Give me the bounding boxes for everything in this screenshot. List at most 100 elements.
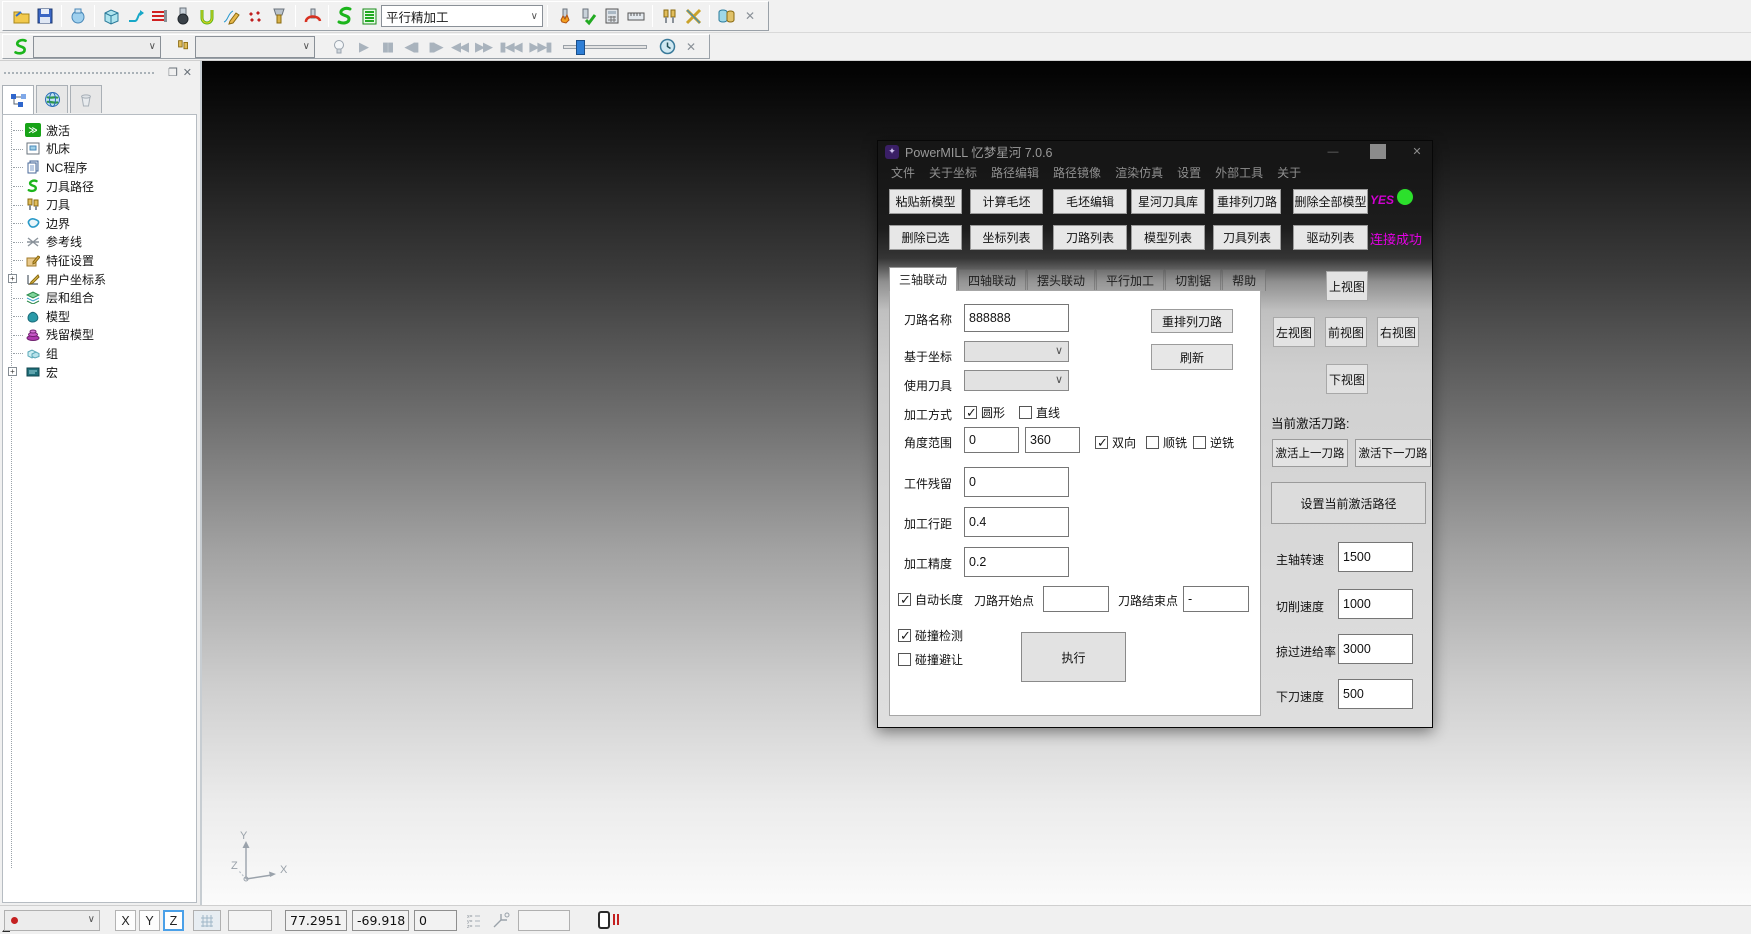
tool-library-button[interactable]: 星河刀具库 [1131, 189, 1205, 214]
axis-x-button[interactable]: X [115, 910, 136, 931]
fast-forward-icon[interactable]: ▶▶ [471, 35, 495, 59]
tolerance-input[interactable] [964, 547, 1069, 577]
angle-to-input[interactable] [1025, 427, 1080, 453]
tree-item-machine[interactable]: 机床 [5, 140, 196, 159]
close-icon[interactable]: ✕ [1409, 144, 1425, 159]
go-start-icon[interactable]: ▮◀◀ [495, 35, 525, 59]
expand-icon[interactable]: + [8, 367, 17, 376]
powermill-logo-icon[interactable] [333, 4, 357, 28]
refresh-button[interactable]: 刷新 [1151, 344, 1233, 370]
tree-item-stock-models[interactable]: 残留模型 [5, 326, 196, 345]
open-project-icon[interactable] [9, 4, 33, 28]
tool-check-icon[interactable] [576, 4, 600, 28]
view-bottom-button[interactable]: 下视图 [1326, 364, 1368, 394]
cutting-speed-input[interactable] [1338, 589, 1413, 619]
menu-about-coords[interactable]: 关于坐标 [922, 164, 984, 181]
step-back-icon[interactable]: ◀▮ [399, 35, 423, 59]
menu-path-edit[interactable]: 路径编辑 [984, 164, 1046, 181]
rearrange-button[interactable]: 重排列刀路 [1151, 309, 1233, 333]
coord-z-field[interactable]: 0 [414, 910, 457, 931]
pause-icon[interactable]: ▮▮ [375, 35, 399, 59]
axis-y-button[interactable]: Y [139, 910, 160, 931]
climb-mill-checkbox[interactable]: 顺铣 [1146, 434, 1187, 451]
start-point-input[interactable] [1043, 586, 1109, 612]
menu-file[interactable]: 文件 [884, 164, 922, 181]
tool-list-button[interactable]: 刀具列表 [1213, 225, 1281, 250]
tree-item-toolpaths[interactable]: 刀具路径 [5, 177, 196, 196]
calc-stock-button[interactable]: 计算毛坯 [970, 189, 1043, 214]
coord-x-field[interactable]: 77.2951 [285, 910, 347, 931]
circle-checkbox[interactable]: 圆形 [964, 404, 1005, 421]
rearrange-toolpath-button[interactable]: 重排列刀路 [1213, 189, 1281, 214]
end-point-input[interactable] [1183, 586, 1249, 612]
coord-list-button[interactable]: 坐标列表 [970, 225, 1043, 250]
drive-list-button[interactable]: 驱动列表 [1293, 225, 1368, 250]
view-front-button[interactable]: 前视图 [1325, 317, 1367, 347]
toolpath-list-button[interactable]: 刀路列表 [1053, 225, 1127, 250]
curve-pencil-icon[interactable] [219, 4, 243, 28]
menu-settings[interactable]: 设置 [1170, 164, 1208, 181]
tree-item-workplanes[interactable]: + 用户坐标系 [5, 270, 196, 289]
line-checkbox[interactable]: 直线 [1019, 404, 1060, 421]
step-forward-icon[interactable]: ▮▶ [423, 35, 447, 59]
activate-prev-button[interactable]: 激活上一刀路 [1272, 439, 1348, 467]
toolpath-name-input[interactable] [964, 304, 1069, 332]
rewind-icon[interactable]: ◀◀ [447, 35, 471, 59]
tab-recycle-bin[interactable] [70, 85, 102, 113]
collision-avoid-checkbox[interactable]: 碰撞避让 [898, 651, 963, 668]
maximize-icon[interactable] [1370, 144, 1386, 159]
plot-blob-icon[interactable] [66, 4, 90, 28]
activate-next-button[interactable]: 激活下一刀路 [1355, 439, 1431, 467]
stock-remain-input[interactable] [964, 467, 1069, 497]
ball-tool-icon[interactable] [171, 4, 195, 28]
tool-pair-icon[interactable] [657, 4, 681, 28]
calculator-icon[interactable] [600, 4, 624, 28]
lightbulb-icon[interactable] [327, 35, 351, 59]
tab-saw[interactable]: 切割锯 [1165, 269, 1221, 291]
tree-item-macros[interactable]: + 宏 [5, 363, 196, 382]
tab-globe[interactable] [36, 85, 68, 113]
grid-size-field[interactable] [228, 910, 272, 931]
play-icon[interactable]: ▶ [351, 35, 375, 59]
skim-feed-input[interactable] [1338, 634, 1413, 664]
conventional-mill-checkbox[interactable]: 逆铣 [1193, 434, 1234, 451]
menu-path-mirror[interactable]: 路径镜像 [1046, 164, 1108, 181]
view-left-button[interactable]: 左视图 [1273, 317, 1315, 347]
sim-toolpath-combo[interactable]: ∨ [33, 36, 161, 58]
stepover-input[interactable] [964, 507, 1069, 537]
dialog-titlebar[interactable]: ✦ PowerMILL 忆梦星河 7.0.6 — ✕ [878, 141, 1432, 162]
set-active-path-button[interactable]: 设置当前激活路径 [1271, 482, 1426, 524]
grid-snap-button[interactable] [193, 910, 221, 931]
bidirectional-checkbox[interactable]: 双向 [1095, 434, 1136, 451]
model-list-button[interactable]: 模型列表 [1131, 225, 1205, 250]
feeds-and-speeds-icon[interactable] [300, 4, 324, 28]
tab-model-tree[interactable] [2, 85, 34, 115]
tool-star-icon[interactable] [552, 4, 576, 28]
panel-close-icon[interactable]: ✕ [183, 66, 192, 79]
stock-edit-button[interactable]: 毛坯编辑 [1053, 189, 1127, 214]
explorer-header[interactable]: ❐ ✕ [0, 63, 200, 85]
go-end-icon[interactable]: ▶▶▮ [525, 35, 555, 59]
sim-tool-combo[interactable]: ∨ [195, 36, 315, 58]
measure-icon[interactable] [624, 4, 648, 28]
coord-y-field[interactable]: -69.918 [352, 910, 409, 931]
toolbar-close-icon[interactable]: ✕ [738, 4, 762, 28]
view-right-button[interactable]: 右视图 [1377, 317, 1419, 347]
tree-item-boundaries[interactable]: 边界 [5, 214, 196, 233]
tree-item-levels-sets[interactable]: 层和组合 [5, 288, 196, 307]
delete-all-models-button[interactable]: 删除全部模型 [1293, 189, 1368, 214]
minimize-icon[interactable]: — [1325, 144, 1341, 159]
workplane-combo[interactable]: ∨ [4, 910, 100, 931]
use-tool-dropdown[interactable] [964, 370, 1069, 391]
tree-item-groups[interactable]: 组 [5, 344, 196, 363]
paste-model-button[interactable]: 粘贴新模型 [889, 189, 962, 214]
axis-z-button[interactable]: Z [163, 910, 184, 931]
tree-item-activate[interactable]: ≫ 激活 [5, 121, 196, 140]
sim-close-icon[interactable]: ✕ [679, 35, 703, 59]
slider-handle[interactable] [576, 40, 585, 55]
sim-speed-slider[interactable] [563, 45, 647, 49]
pattern-lines-icon[interactable] [147, 4, 171, 28]
tab-swivel-head[interactable]: 摆头联动 [1027, 269, 1095, 291]
tab-4axis[interactable]: 四轴联动 [958, 269, 1026, 291]
strategy-combo[interactable]: 平行精加工 ∨ [381, 5, 543, 27]
